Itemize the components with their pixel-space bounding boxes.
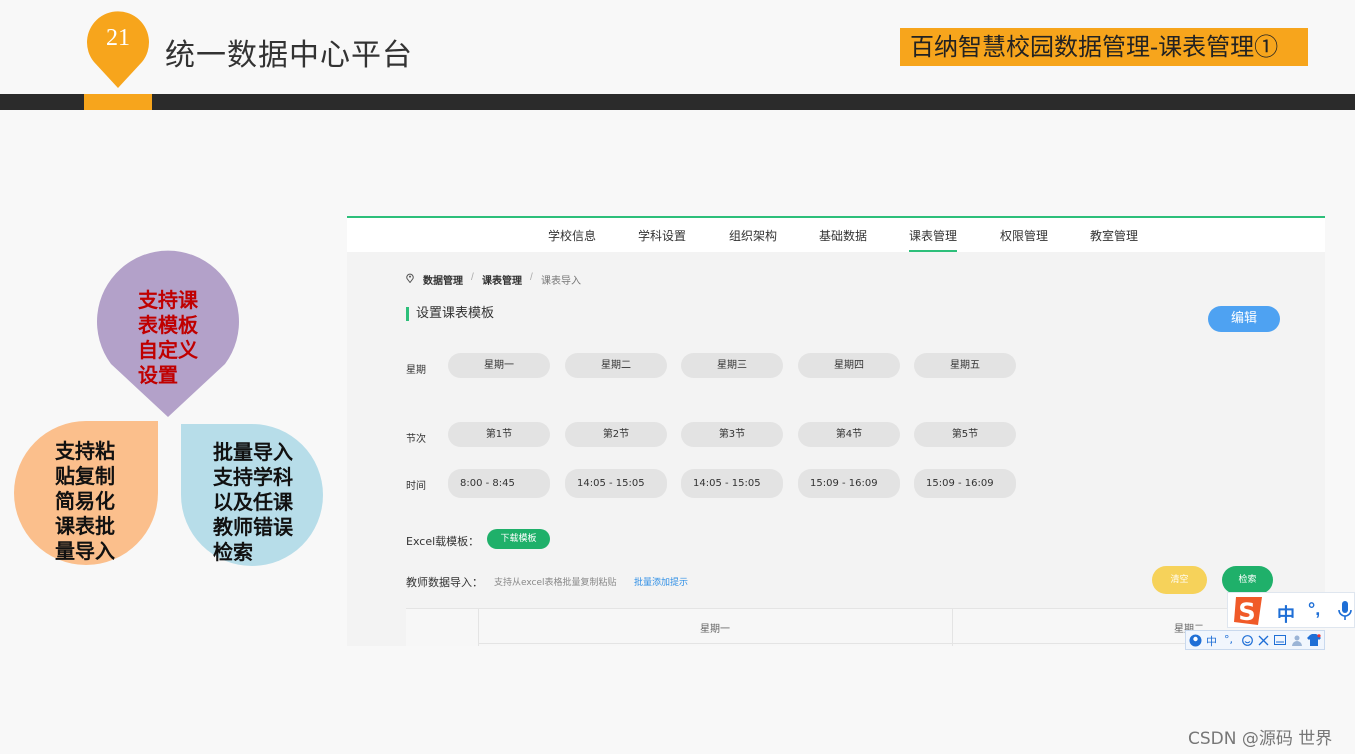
weekday-pill[interactable]: 星期四	[798, 353, 900, 378]
period-pill[interactable]: 第5节	[914, 422, 1016, 447]
nav-subject-settings[interactable]: 学科设置	[638, 227, 686, 244]
import-hint: 支持从excel表格批量复制粘贴	[494, 578, 617, 588]
excel-template-label: Excel载模板：	[406, 535, 480, 548]
topic-label: 百纳智慧校园数据管理-课表管理①	[900, 28, 1308, 66]
breadcrumb-separator: /	[471, 272, 474, 283]
teacher-import-label: 教师数据导入：	[406, 576, 483, 589]
weekday-pill[interactable]: 星期二	[565, 353, 667, 378]
nav-school-info[interactable]: 学校信息	[548, 227, 596, 244]
feature-template-custom: 支持课 表模板 自定义 设置	[96, 246, 240, 418]
nav-base-data[interactable]: 基础数据	[819, 227, 867, 244]
time-pill[interactable]: 14:05 - 15:05	[565, 469, 667, 498]
feature-paste-import: 支持粘 贴复制 简易化 课表批 量导入	[14, 421, 160, 565]
breadcrumb-import: 课表导入	[541, 276, 581, 287]
ime-punctuation[interactable]: °,	[1308, 599, 1320, 620]
time-label: 时间	[406, 481, 426, 492]
feature-check-text: 批量导入 支持学科 以及任课 教师错误 检索	[213, 440, 293, 564]
nav-classrooms[interactable]: 教室管理	[1090, 227, 1138, 244]
slide-header: 21 统一数据中心平台 百纳智慧校园数据管理-课表管理①	[0, 0, 1355, 94]
period-pill[interactable]: 第2节	[565, 422, 667, 447]
time-pill[interactable]: 15:09 - 16:09	[798, 469, 900, 498]
clear-button[interactable]: 清空	[1152, 566, 1207, 594]
edit-button[interactable]: 编辑	[1208, 306, 1280, 332]
ime-mini-punctuation[interactable]: °,	[1224, 633, 1233, 646]
header-divider-bar	[0, 94, 1355, 110]
weekday-pill[interactable]: 星期一	[448, 353, 550, 378]
weekday-label: 星期	[406, 365, 426, 376]
microphone-icon[interactable]	[1338, 600, 1352, 622]
weekday-pill[interactable]: 星期五	[914, 353, 1016, 378]
emoji-icon[interactable]	[1242, 635, 1253, 646]
section-title: 设置课表模板	[406, 307, 494, 321]
user-icon[interactable]	[1189, 634, 1202, 647]
weekday-pill[interactable]: 星期三	[681, 353, 783, 378]
keyboard-icon[interactable]	[1274, 635, 1286, 645]
ime-mini-chinese[interactable]: 中	[1206, 633, 1217, 649]
feature-paste-text: 支持粘 贴复制 简易化 课表批 量导入	[55, 439, 115, 563]
table-header-day: 星期一	[700, 624, 730, 635]
time-pill[interactable]: 15:09 - 16:09	[914, 469, 1016, 498]
watermark: CSDN @源码 世界	[1188, 729, 1333, 749]
bulk-add-tips-link[interactable]: 批量添加提示	[634, 575, 688, 588]
location-icon	[406, 273, 414, 283]
slide-title: 统一数据中心平台	[165, 38, 413, 73]
period-pill[interactable]: 第1节	[448, 422, 550, 447]
period-label: 节次	[406, 434, 426, 445]
feature-error-check: 批量导入 支持学科 以及任课 教师错误 检索	[181, 424, 324, 566]
person-icon[interactable]	[1292, 635, 1302, 646]
search-button[interactable]: 检索	[1222, 566, 1273, 594]
period-pill[interactable]: 第3节	[681, 422, 783, 447]
top-nav: 学校信息 学科设置 组织架构 基础数据 课表管理 权限管理 教室管理	[347, 218, 1325, 252]
app-screenshot: 学校信息 学科设置 组织架构 基础数据 课表管理 权限管理 教室管理 数据管理 …	[347, 216, 1325, 646]
header-accent-bar	[84, 94, 152, 110]
nav-permissions[interactable]: 权限管理	[1000, 227, 1048, 244]
time-pill[interactable]: 8:00 - 8:45	[448, 469, 550, 498]
scissors-icon[interactable]	[1258, 635, 1269, 646]
feature-template-text: 支持课 表模板 自定义 设置	[138, 288, 198, 387]
breadcrumb-timetable[interactable]: 课表管理	[482, 272, 522, 287]
breadcrumb-data-mgmt[interactable]: 数据管理	[423, 272, 463, 287]
ime-mini-toolbar[interactable]: 中 °,	[1185, 630, 1325, 650]
nav-org-structure[interactable]: 组织架构	[729, 227, 777, 244]
time-pill[interactable]: 14:05 - 15:05	[681, 469, 783, 498]
ime-toolbar[interactable]: S 中 °,	[1227, 592, 1355, 628]
ime-chinese-mode[interactable]: 中	[1277, 601, 1295, 627]
breadcrumb-separator: /	[530, 272, 533, 283]
table-corner-cell	[406, 609, 479, 646]
page-number: 21	[106, 25, 130, 51]
download-template-button[interactable]: 下载模板	[487, 529, 550, 549]
period-pill[interactable]: 第4节	[798, 422, 900, 447]
shirt-icon[interactable]	[1307, 634, 1321, 646]
sogou-logo-icon[interactable]: S	[1230, 594, 1268, 628]
table-column-divider	[952, 609, 953, 646]
svg-text:S: S	[1238, 598, 1255, 626]
page-number-badge: 21	[86, 10, 150, 90]
nav-timetable[interactable]: 课表管理	[909, 227, 958, 252]
